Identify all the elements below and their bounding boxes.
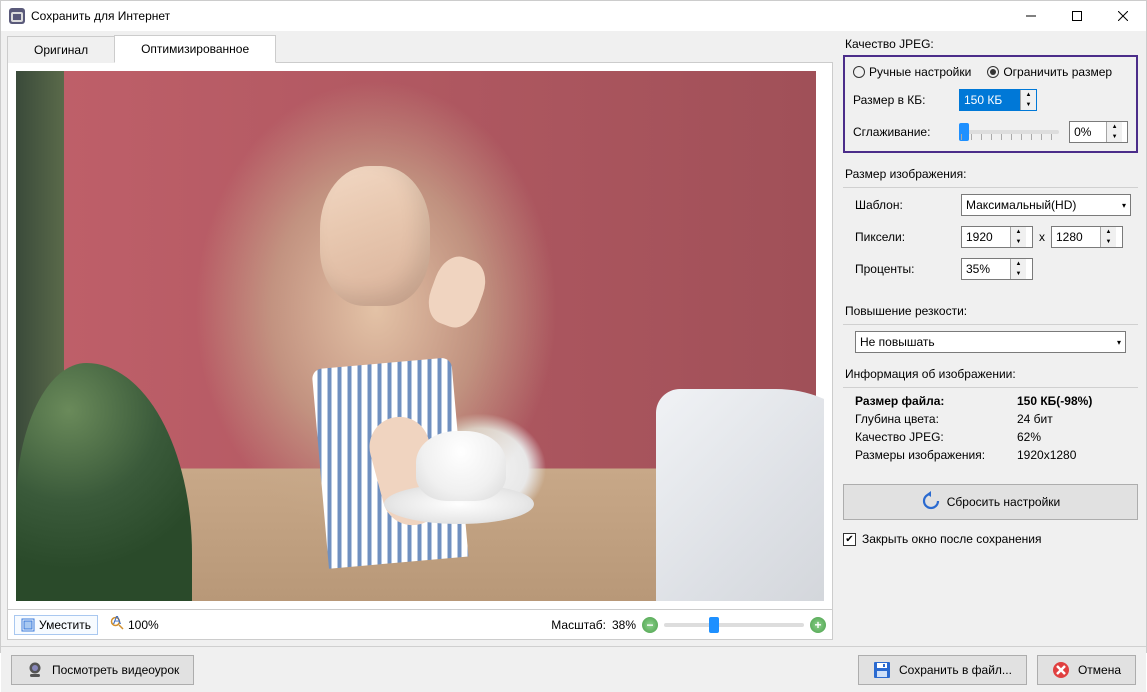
- spin-up-icon[interactable]: ▲: [1021, 90, 1036, 100]
- cancel-icon: [1052, 661, 1070, 679]
- zoom-auto[interactable]: A 100%: [110, 616, 159, 633]
- smoothing-slider[interactable]: [961, 130, 1059, 134]
- zoom-slider[interactable]: [664, 623, 804, 627]
- fit-label: Уместить: [39, 618, 91, 632]
- chevron-down-icon: ▾: [1122, 201, 1126, 210]
- sharpen-group-label: Повышение резкости:: [843, 302, 1138, 322]
- refresh-icon: [921, 491, 941, 514]
- tab-optimized-label: Оптимизированное: [141, 42, 249, 56]
- info-dims-value: 1920x1280: [1017, 448, 1076, 462]
- spin-up-icon[interactable]: ▲: [1107, 122, 1122, 132]
- reset-button[interactable]: Сбросить настройки: [843, 484, 1138, 520]
- info-filesize-value: 150 КБ(-98%): [1017, 394, 1092, 408]
- titlebar: Сохранить для Интернет: [1, 1, 1146, 31]
- radio-manual-settings[interactable]: Ручные настройки: [853, 65, 971, 79]
- percent-input[interactable]: [962, 259, 1010, 279]
- preview-toolbar: Уместить A 100% Масштаб: 38% − +: [7, 610, 833, 640]
- template-combo[interactable]: Максимальный(HD) ▾: [961, 194, 1131, 216]
- webcam-icon: [26, 661, 44, 679]
- smoothing-label: Сглаживание:: [853, 125, 951, 139]
- save-label: Сохранить в файл...: [899, 663, 1012, 677]
- image-preview[interactable]: [16, 71, 824, 601]
- tab-optimized[interactable]: Оптимизированное: [114, 35, 276, 63]
- radio-limit-size[interactable]: Ограничить размер: [987, 65, 1112, 79]
- smoothing-input[interactable]: [1070, 122, 1106, 142]
- pixels-height-input[interactable]: [1052, 227, 1100, 247]
- zoom-out-button[interactable]: −: [642, 617, 658, 633]
- app-icon: [9, 8, 25, 24]
- info-jpeg-label: Качество JPEG:: [855, 430, 1011, 444]
- cancel-button[interactable]: Отмена: [1037, 655, 1136, 685]
- cancel-label: Отмена: [1078, 663, 1121, 677]
- scale-value: 38%: [612, 618, 636, 632]
- svg-text:A: A: [113, 616, 121, 627]
- pixels-height-spinner[interactable]: ▲▼: [1051, 226, 1123, 248]
- info-group-label: Информация об изображении:: [843, 365, 1138, 385]
- image-size-group-label: Размер изображения:: [843, 165, 1138, 185]
- info-depth-label: Глубина цвета:: [855, 412, 1011, 426]
- info-dims-label: Размеры изображения:: [855, 448, 1011, 462]
- pixels-width-spinner[interactable]: ▲▼: [961, 226, 1033, 248]
- pixels-x: x: [1039, 230, 1045, 244]
- tutorial-button[interactable]: Посмотреть видеоурок: [11, 655, 194, 685]
- tab-original[interactable]: Оригинал: [7, 36, 115, 63]
- size-kb-input[interactable]: [960, 90, 1020, 110]
- zoom-auto-label: 100%: [128, 618, 159, 632]
- checkbox-icon: ✔: [843, 533, 856, 546]
- fit-icon: [21, 618, 35, 632]
- quality-group-label: Качество JPEG:: [843, 35, 1138, 55]
- magnifier-icon: A: [110, 616, 124, 633]
- close-after-save-checkbox[interactable]: ✔ Закрыть окно после сохранения: [843, 532, 1138, 546]
- radio-limit-label: Ограничить размер: [1003, 65, 1112, 79]
- percent-spinner[interactable]: ▲▼: [961, 258, 1033, 280]
- template-label: Шаблон:: [855, 198, 955, 212]
- size-kb-spinner[interactable]: ▲▼: [959, 89, 1037, 111]
- quality-highlight-box: Ручные настройки Ограничить размер Разме…: [843, 55, 1138, 153]
- percent-label: Проценты:: [855, 262, 955, 276]
- save-button[interactable]: Сохранить в файл...: [858, 655, 1027, 685]
- sharpen-value: Не повышать: [860, 335, 935, 349]
- size-kb-label: Размер в КБ:: [853, 93, 953, 107]
- reset-label: Сбросить настройки: [947, 495, 1060, 509]
- maximize-button[interactable]: [1054, 1, 1100, 31]
- info-filesize-label: Размер файла:: [855, 394, 1011, 408]
- close-after-save-label: Закрыть окно после сохранения: [862, 532, 1041, 546]
- info-jpeg-value: 62%: [1017, 430, 1041, 444]
- pixels-label: Пиксели:: [855, 230, 955, 244]
- close-button[interactable]: [1100, 1, 1146, 31]
- window-title: Сохранить для Интернет: [31, 9, 1008, 23]
- spin-down-icon[interactable]: ▼: [1021, 100, 1036, 110]
- tabs: Оригинал Оптимизированное: [7, 35, 833, 63]
- save-icon: [873, 661, 891, 679]
- tab-original-label: Оригинал: [34, 43, 88, 57]
- info-depth-value: 24 бит: [1017, 412, 1053, 426]
- pixels-width-input[interactable]: [962, 227, 1010, 247]
- zoom-in-button[interactable]: +: [810, 617, 826, 633]
- scale-label: Масштаб:: [551, 618, 606, 632]
- radio-manual-label: Ручные настройки: [869, 65, 971, 79]
- minimize-button[interactable]: [1008, 1, 1054, 31]
- chevron-down-icon: ▾: [1117, 338, 1121, 347]
- smoothing-spinner[interactable]: ▲▼: [1069, 121, 1128, 143]
- fit-button[interactable]: Уместить: [14, 615, 98, 635]
- template-value: Максимальный(HD): [966, 198, 1076, 212]
- sharpen-combo[interactable]: Не повышать ▾: [855, 331, 1126, 353]
- spin-down-icon[interactable]: ▼: [1107, 132, 1122, 142]
- tutorial-label: Посмотреть видеоурок: [52, 663, 179, 677]
